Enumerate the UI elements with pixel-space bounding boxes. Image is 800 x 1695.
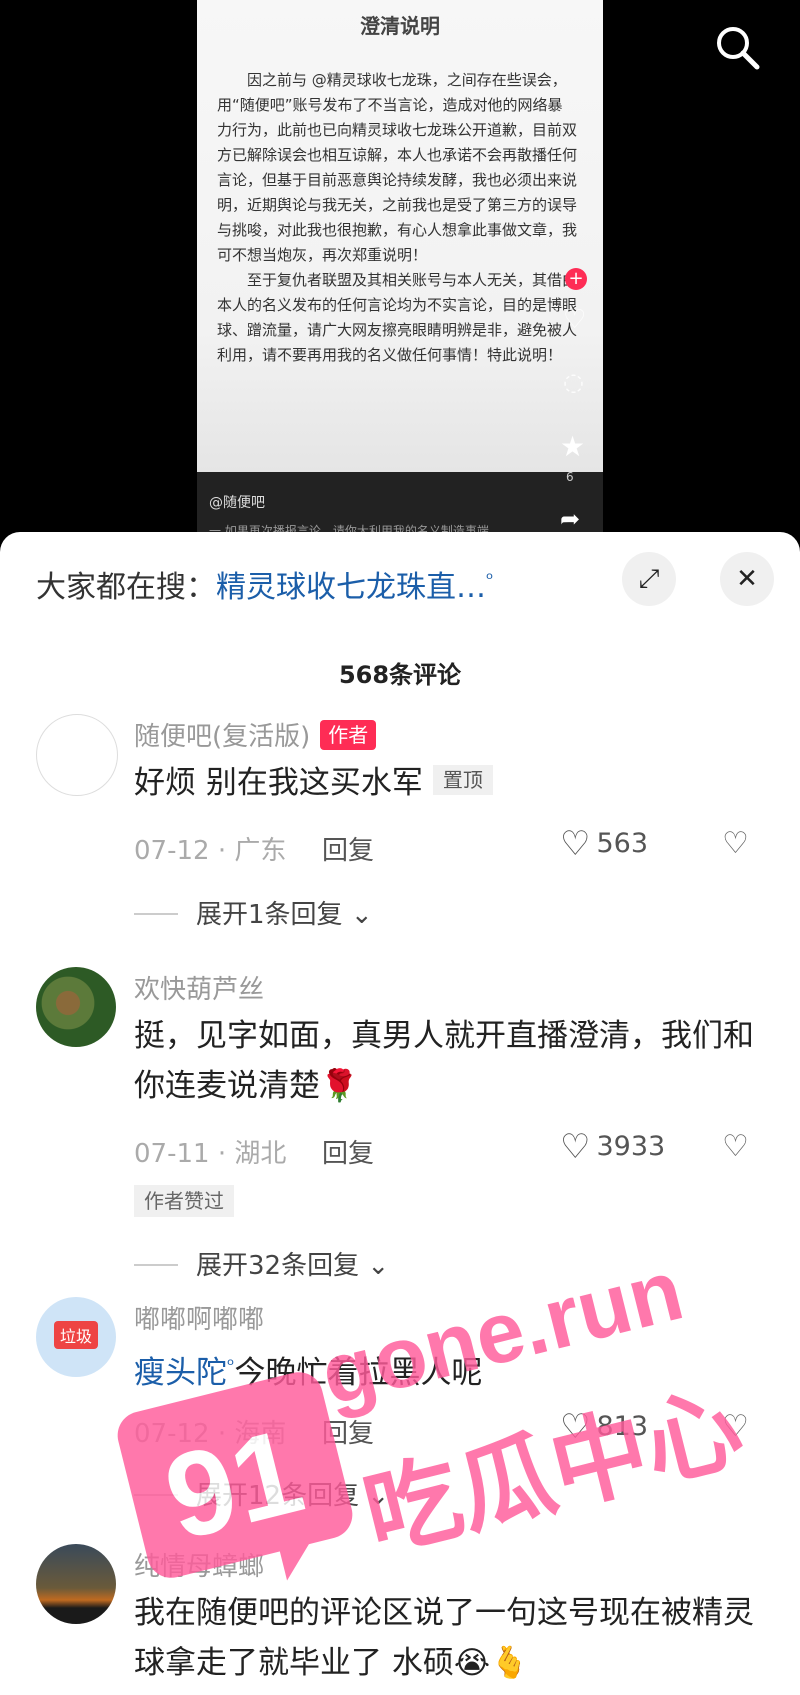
pinned-tag: 置顶 [432,765,493,795]
expand-panel-button[interactable]: ⤢ [622,552,676,606]
comment-icon[interactable]: ◌ [563,368,584,396]
author-liked-tag: 作者赞过 [134,1185,234,1217]
avatar[interactable]: 垃圾 [36,1297,116,1377]
divider [134,913,178,915]
comment-username[interactable]: 嘟嘟啊嘟嘟 [134,1299,264,1336]
comment-meta: 07-12 · 海南 [134,1419,287,1449]
comment-body: 今晚忙着拉黑人呢 [234,1355,483,1391]
like-button[interactable]: ♡ 813 [560,1407,680,1447]
like-count: 3933 [596,1131,666,1162]
comment-meta: 07-12 · 广东 [134,836,287,866]
avatar[interactable] [36,967,116,1047]
expand-replies-label: 展开12条回复 [196,1481,360,1511]
close-button[interactable]: ✕ [720,552,774,606]
hot-search-label: 大家都在搜： [36,570,216,605]
video-area[interactable]: 澄清说明 因之前与 @精灵球收七龙珠，之间存在些误会，用“随便吧”账号发布了不当… [0,0,800,540]
avatar[interactable] [36,714,118,796]
comment-body: 好烦 别在我这买水军 [134,765,423,801]
video-author[interactable]: @随便吧 [209,492,265,512]
reply-button[interactable]: 回复 [322,1413,374,1450]
hot-search-keyword[interactable]: 精灵球收七龙珠直… [216,570,486,605]
comment-panel: 大家都在搜：精灵球收七龙珠直…ᵒ ⤢ ✕ 568条评论 随便吧(复活版) 作者 好… [0,532,800,1695]
avatar[interactable] [36,1544,116,1624]
reply-button[interactable]: 回复 [322,830,374,867]
dislike-heart-icon[interactable]: ♡ [722,826,749,861]
like-count: 813 [596,1411,649,1442]
mention-link[interactable]: 瘦头陀 [134,1355,227,1391]
like-button[interactable]: ♡ 563 [560,824,680,864]
comment-text[interactable]: 瘦头陀ᵒ今晚忙着拉黑人呢 [134,1341,754,1398]
doc-paragraph-1: 因之前与 @精灵球收七龙珠，之间存在些误会，用“随便吧”账号发布了不当言论，造成… [217,71,578,264]
search-icon[interactable] [712,22,762,72]
expand-replies-label: 展开32条回复 [196,1251,360,1281]
chevron-down-icon: ⌄ [367,1251,390,1281]
comment-meta: 07-11 · 湖北 [134,1139,287,1169]
like-count: 563 [596,828,649,859]
heart-outline-icon: ♡ [560,1407,591,1447]
comment-text[interactable]: 我在随便吧的评论区说了一句这号现在被精灵球拿走了就毕业了 水硕😭🫰 [134,1588,754,1688]
favorite-star-icon[interactable]: ★ [560,430,585,463]
comment-username[interactable]: 纯情母蟑螂 [134,1546,264,1583]
divider [134,1494,178,1496]
username-text: 随便吧(复活版) [134,722,311,752]
reply-button[interactable]: 回复 [322,1133,374,1170]
dislike-heart-icon[interactable]: ♡ [722,1409,749,1444]
heart-outline-icon: ♡ [560,1127,591,1167]
comment-text[interactable]: 挺，见字如面，真男人就开直播澄清，我们和你连麦说清楚🌹 [134,1011,754,1111]
dislike-heart-icon[interactable]: ♡ [722,1129,749,1164]
divider [134,1264,178,1266]
like-button[interactable]: ♡ 3933 [560,1127,680,1167]
comment-username[interactable]: 欢快葫芦丝 [134,969,264,1006]
author-badge: 作者 [320,720,377,750]
expand-replies-label: 展开1条回复 [196,900,343,930]
like-heart-icon[interactable]: ♡ [563,305,586,335]
expand-replies[interactable]: 展开32条回复 ⌄ [134,1245,389,1282]
chevron-down-icon: ⌄ [367,1481,390,1511]
follow-plus-icon[interactable]: + [565,268,587,290]
doc-title: 澄清说明 [360,14,440,38]
chevron-down-icon: ⌄ [350,900,373,930]
avatar-sign-text: 垃圾 [53,1321,98,1349]
comment-text[interactable]: 好烦 别在我这买水军 置顶 [134,758,754,808]
hot-search-bar[interactable]: 大家都在搜：精灵球收七龙珠直…ᵒ [36,562,493,606]
comment-count: 568条评论 [338,661,462,689]
comment-username[interactable]: 随便吧(复活版) 作者 [134,716,377,753]
expand-replies[interactable]: 展开1条回复 ⌄ [134,894,373,931]
doc-body: 因之前与 @精灵球收七龙珠，之间存在些误会，用“随便吧”账号发布了不当言论，造成… [217,68,577,368]
doc-paragraph-2: 至于复仇者联盟及其相关账号与本人无关，其借由本人的名义发布的任何言论均为不实言论… [217,271,578,364]
expand-replies[interactable]: 展开12条回复 ⌄ [134,1475,389,1512]
share-arrow-icon[interactable]: ➦ [560,505,580,533]
video-caption-bar: @随便吧 一 如果再次播报言论，请你大利用我的名义制造事端 [197,472,603,540]
favorite-count: 6 [566,470,574,484]
clarification-document: 澄清说明 因之前与 @精灵球收七龙珠，之间存在些误会，用“随便吧”账号发布了不当… [197,0,603,472]
heart-outline-icon: ♡ [560,824,591,864]
search-small-icon: ᵒ [486,569,494,590]
